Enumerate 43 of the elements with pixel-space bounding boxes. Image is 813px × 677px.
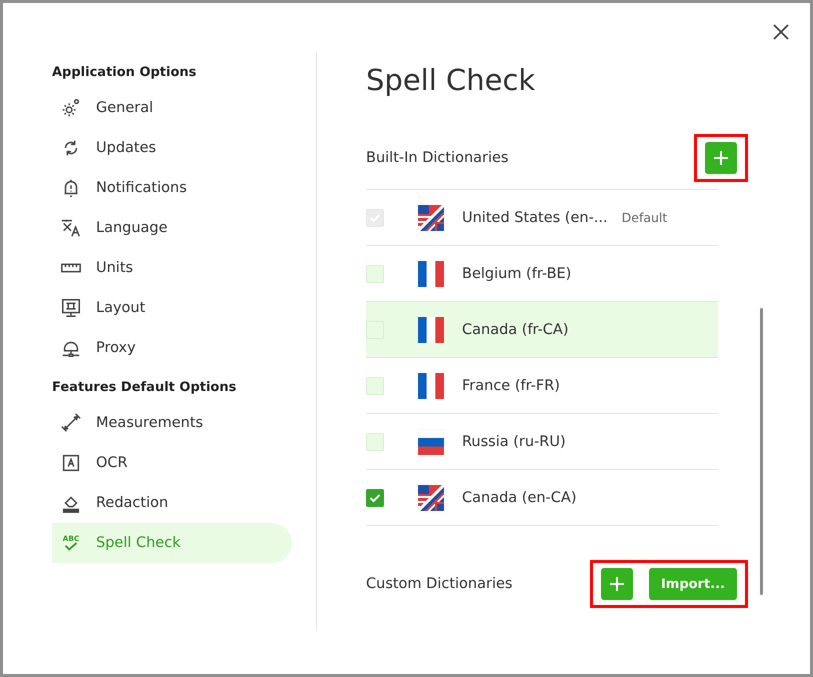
check-icon [369, 492, 381, 502]
dictionary-row[interactable]: France (fr-FR) [366, 358, 718, 414]
dictionary-row[interactable]: Canada (fr-CA) [366, 302, 718, 358]
dictionary-name: Canada (fr-CA) [462, 322, 569, 338]
checkbox[interactable] [366, 488, 384, 506]
add-button[interactable] [600, 568, 633, 600]
monitor-icon [60, 297, 82, 319]
dictionary-row[interactable]: Russia (ru-RU) [366, 414, 718, 470]
plus-icon [713, 150, 729, 166]
flag-icon [418, 372, 444, 398]
ocr-icon [60, 452, 82, 474]
dictionary-name: Belgium (fr-BE) [462, 266, 572, 282]
flag-icon [418, 428, 444, 454]
plus-icon [608, 576, 625, 592]
sidebar-item[interactable]: Measurements [52, 403, 292, 443]
sidebar-item[interactable]: Language [52, 208, 292, 248]
translate-icon [60, 217, 82, 239]
dictionary-name: France (fr-FR) [462, 378, 560, 394]
sidebar-item[interactable]: OCR [52, 443, 292, 483]
sidebar-item[interactable]: General [52, 88, 292, 128]
section-heading: Features Default Options [52, 380, 238, 395]
dictionary-name: Canada (en-CA) [462, 490, 576, 506]
section-heading: Built-In Dictionaries [366, 150, 508, 166]
dictionary-name: Russia (ru-RU) [462, 434, 566, 450]
dictionary-row[interactable]: Canada (en-CA) [366, 470, 718, 526]
add-button[interactable] [705, 142, 737, 174]
sidebar-item[interactable]: Layout [52, 288, 292, 328]
flag-icon [418, 484, 444, 510]
default-label: Default [622, 210, 668, 225]
sidebar-item[interactable]: Units [52, 248, 292, 288]
gear-icon [60, 97, 82, 119]
flag-icon [418, 316, 444, 342]
measure-icon [60, 412, 82, 434]
sidebar-item[interactable]: Proxy [52, 328, 292, 368]
sidebar-item[interactable]: Notifications [52, 168, 292, 208]
dictionary-name: United States (en-... [462, 210, 608, 226]
page-title: Spell Check [366, 63, 536, 97]
flag-icon [418, 204, 444, 230]
flag-icon [418, 260, 444, 286]
section-heading: Application Options [52, 65, 198, 80]
sidebar-item[interactable]: Updates [52, 128, 292, 168]
sidebar-item[interactable]: Redaction [52, 483, 292, 523]
section-heading: Custom Dictionaries [366, 576, 512, 592]
